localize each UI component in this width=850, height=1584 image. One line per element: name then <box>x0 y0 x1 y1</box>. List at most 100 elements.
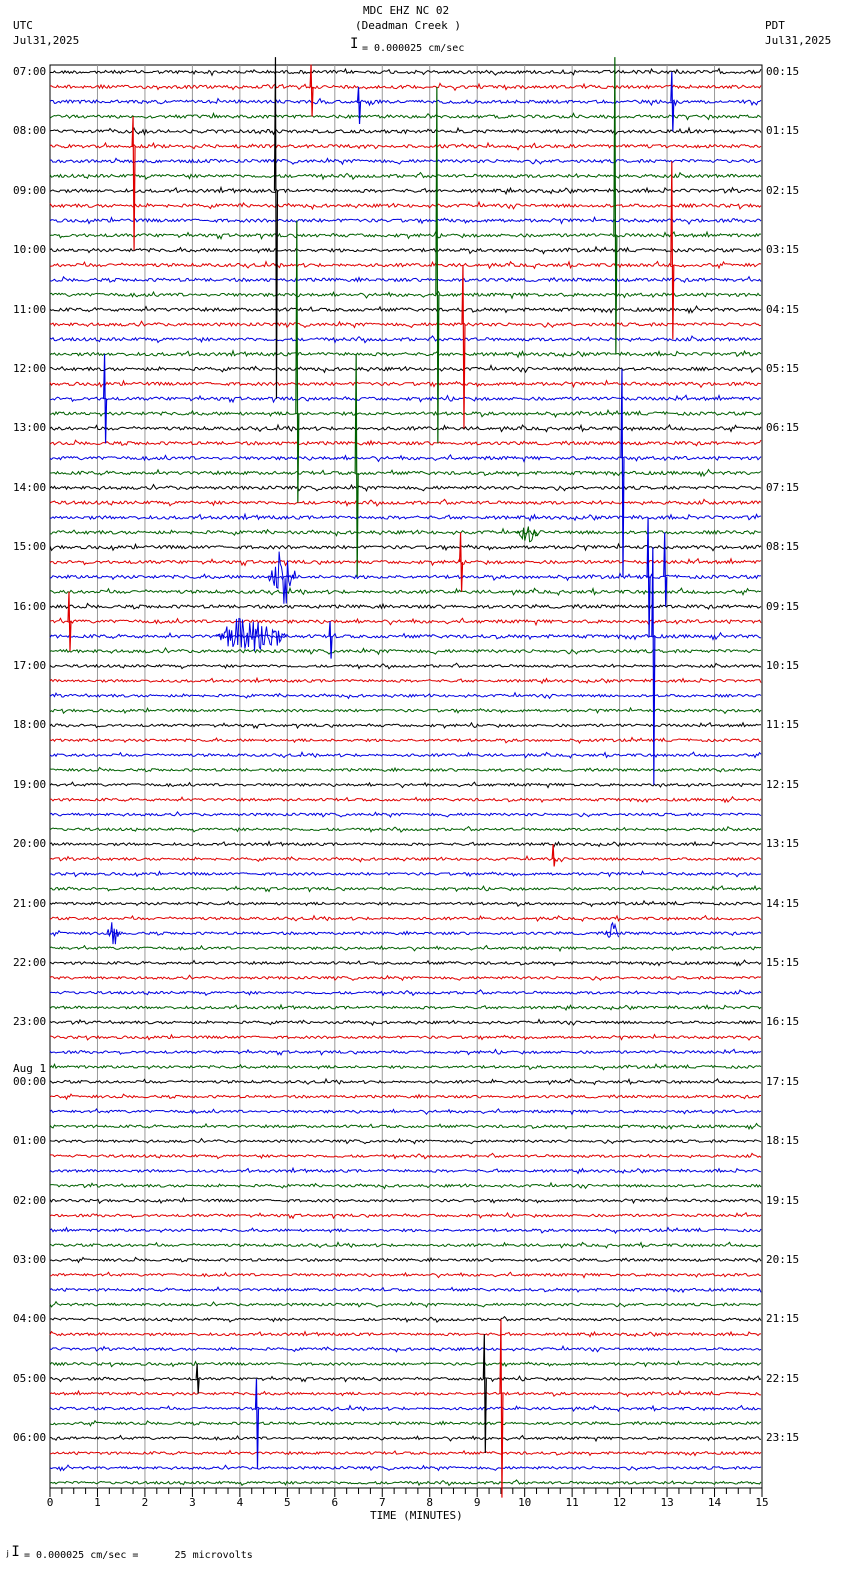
trace-75 <box>49 1181 762 1190</box>
right-hour-label: 20:15 <box>766 1253 800 1266</box>
left-hour-label: 21:00 <box>13 896 47 910</box>
x-tick-label: 12 <box>613 1496 627 1509</box>
event-burst <box>515 526 539 543</box>
event-spike <box>670 71 675 132</box>
trace-95 <box>49 1479 762 1487</box>
left-hour-label: 06:00 <box>13 1431 47 1445</box>
trace-61 <box>49 974 762 982</box>
trace-73 <box>50 1152 762 1160</box>
right-hour-label: 13:15 <box>766 837 800 851</box>
right-hour-label: 17:15 <box>766 1074 800 1088</box>
trace-7 <box>49 171 762 181</box>
event-spike <box>458 532 464 592</box>
left-hour-label: 09:00 <box>13 183 47 197</box>
x-tick-label: 4 <box>236 1496 244 1509</box>
trace-80 <box>49 1256 762 1264</box>
trace-11 <box>49 230 762 240</box>
trace-1 <box>50 82 762 92</box>
left-hour-label: 16:00 <box>13 599 47 613</box>
trace-79 <box>49 1241 762 1249</box>
trace-9 <box>49 200 762 211</box>
left-hour-label: 23:00 <box>13 1015 47 1029</box>
trace-74 <box>49 1166 762 1175</box>
trace-77 <box>49 1211 762 1220</box>
seismogram-plot <box>49 57 763 1498</box>
left-hour-label: 01:00 <box>13 1134 47 1148</box>
trace-14 <box>49 275 762 284</box>
event-spike <box>646 517 651 637</box>
trace-65 <box>49 1033 762 1041</box>
trace-88 <box>49 1375 762 1383</box>
trace-58 <box>49 929 762 937</box>
right-hour-label: 18:15 <box>766 1134 800 1148</box>
trace-71 <box>49 1122 762 1131</box>
event-spike <box>356 86 362 125</box>
left-hour-label: 20:00 <box>13 837 47 851</box>
trace-28 <box>49 483 762 493</box>
left-hour-label: 03:00 <box>13 1253 47 1266</box>
x-tick-label: 0 <box>46 1496 54 1509</box>
event-spike <box>354 354 359 577</box>
right-hour-label: 03:15 <box>766 243 800 257</box>
right-hour-label: 02:15 <box>766 183 800 197</box>
trace-50 <box>49 811 762 818</box>
trace-19 <box>49 349 762 359</box>
x-tick-label: 9 <box>473 1496 481 1509</box>
left-hour-label: 04:00 <box>13 1312 47 1326</box>
trace-64 <box>49 1018 762 1027</box>
trace-57 <box>49 914 762 922</box>
trace-3 <box>49 111 762 121</box>
trace-5 <box>49 141 762 151</box>
right-hour-label: 10:15 <box>766 659 800 672</box>
trace-6 <box>49 157 762 166</box>
right-hour-label: 01:15 <box>766 124 800 138</box>
trace-27 <box>50 468 762 478</box>
trace-89 <box>49 1389 761 1398</box>
trace-87 <box>49 1360 762 1368</box>
trace-37 <box>49 617 762 627</box>
trace-51 <box>49 825 762 833</box>
right-hour-label: 04:15 <box>766 302 800 316</box>
trace-85 <box>49 1330 762 1338</box>
trace-26 <box>49 453 762 463</box>
event-spike <box>195 1363 200 1394</box>
trace-35 <box>49 586 762 597</box>
trace-33 <box>49 557 762 567</box>
trace-32 <box>49 542 762 552</box>
trace-52 <box>49 840 762 848</box>
right-hour-label: 07:15 <box>766 480 800 494</box>
trace-36 <box>49 602 762 610</box>
trace-23 <box>49 408 762 419</box>
left-hour-label: 14:00 <box>13 480 47 494</box>
right-hour-label: 06:15 <box>766 421 800 435</box>
right-hour-label: 19:15 <box>766 1193 800 1207</box>
trace-55 <box>49 884 762 893</box>
trace-15 <box>49 290 761 300</box>
left-hour-label: 10:00 <box>13 243 47 257</box>
x-tick-label: 6 <box>331 1496 339 1509</box>
left-hour-label: 05:00 <box>13 1371 47 1385</box>
event-spike <box>273 57 279 399</box>
trace-84 <box>50 1315 762 1324</box>
x-tick-label: 2 <box>141 1496 149 1509</box>
trace-18 <box>49 335 762 344</box>
trace-12 <box>49 245 762 255</box>
trace-66 <box>49 1048 762 1056</box>
trace-81 <box>49 1271 761 1279</box>
x-tick-label: 10 <box>518 1496 532 1509</box>
trace-2 <box>49 97 762 107</box>
trace-0 <box>49 67 762 77</box>
trace-54 <box>49 870 762 878</box>
trace-20 <box>49 364 762 374</box>
trace-90 <box>49 1404 762 1413</box>
trace-62 <box>49 989 762 997</box>
right-hour-label: 09:15 <box>766 599 800 613</box>
x-tick-label: 15 <box>755 1496 769 1509</box>
trace-8 <box>49 185 762 196</box>
trace-59 <box>49 944 762 953</box>
trace-91 <box>49 1419 762 1427</box>
trace-22 <box>49 393 762 404</box>
trace-93 <box>49 1449 762 1457</box>
x-tick-label: 3 <box>189 1496 196 1509</box>
right-hour-label: 21:15 <box>766 1312 800 1326</box>
